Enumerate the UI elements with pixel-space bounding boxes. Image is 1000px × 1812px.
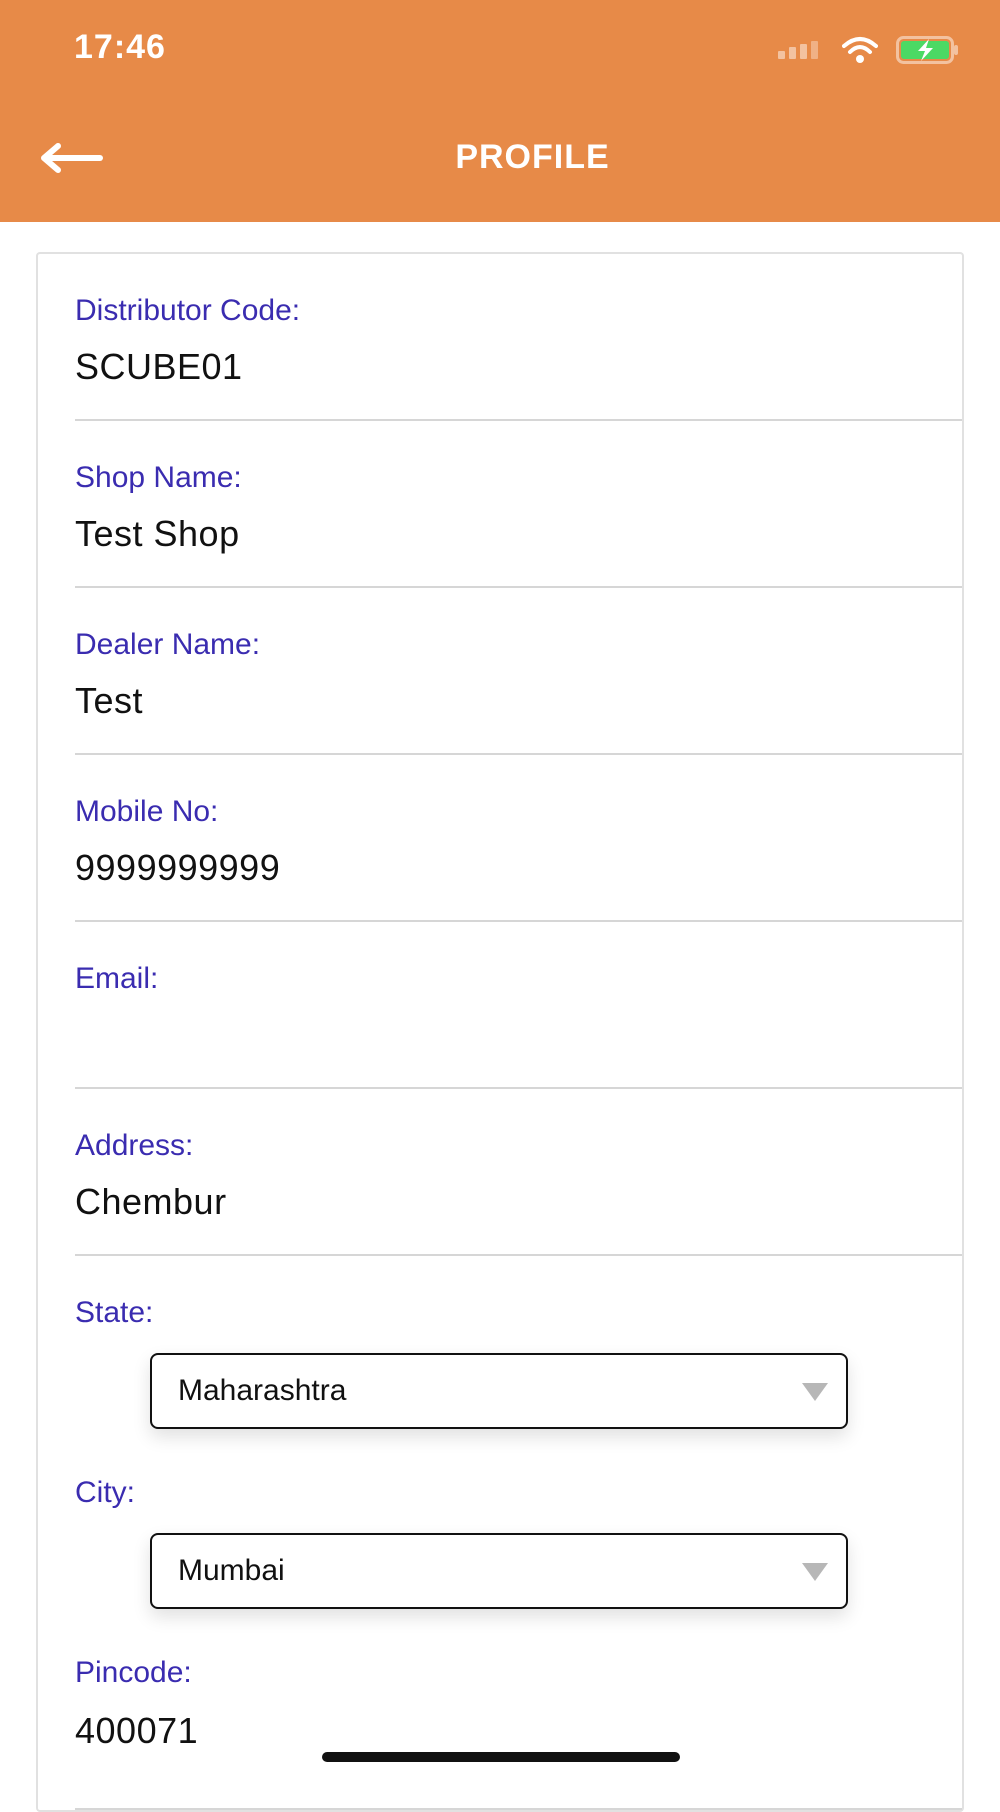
field-distributor-code: Distributor Code: SCUBE01 <box>75 254 962 421</box>
field-address: Address: Chembur <box>75 1089 962 1256</box>
field-shop-name: Shop Name: Test Shop <box>75 421 962 588</box>
status-time: 17:46 <box>74 28 166 66</box>
city-select[interactable]: Mumbai <box>150 1533 848 1609</box>
home-indicator <box>322 1752 680 1762</box>
page-title: PROFILE <box>455 138 610 176</box>
field-value: 400071 <box>75 1710 199 1751</box>
signal-icon <box>778 41 818 59</box>
state-selected-value: Maharashtra <box>178 1374 347 1407</box>
field-dealer-name: Dealer Name: Test <box>75 588 962 755</box>
field-value: SCUBE01 <box>75 346 243 387</box>
field-label: Email: <box>75 962 159 995</box>
field-label: Pincode: <box>75 1656 192 1689</box>
profile-card: Distributor Code: SCUBE01 Shop Name: Tes… <box>36 252 964 1812</box>
field-value: Chembur <box>75 1181 227 1222</box>
field-label: Address: <box>75 1129 194 1162</box>
status-icons <box>778 30 960 70</box>
field-email: Email: <box>75 922 962 1089</box>
field-label: Distributor Code: <box>75 294 301 327</box>
battery-charging-icon <box>896 36 958 64</box>
field-label: Dealer Name: <box>75 628 261 661</box>
wifi-icon <box>842 37 878 63</box>
state-select[interactable]: Maharashtra <box>150 1353 848 1429</box>
state-label: State: <box>75 1296 154 1329</box>
field-value: Test Shop <box>75 513 240 554</box>
city-label: City: <box>75 1476 135 1509</box>
field-pincode: Pincode: 400071 <box>75 1656 962 1810</box>
city-selected-value: Mumbai <box>178 1554 285 1587</box>
dropdown-arrow-icon <box>802 1563 828 1581</box>
dropdown-arrow-icon <box>802 1383 828 1401</box>
field-value: 9999999999 <box>75 847 281 888</box>
field-mobile-no: Mobile No: 9999999999 <box>75 755 962 922</box>
app-header: 17:46 PROFILE <box>0 0 1000 222</box>
field-label: Shop Name: <box>75 461 242 494</box>
field-value: Test <box>75 680 144 721</box>
field-label: Mobile No: <box>75 795 219 828</box>
